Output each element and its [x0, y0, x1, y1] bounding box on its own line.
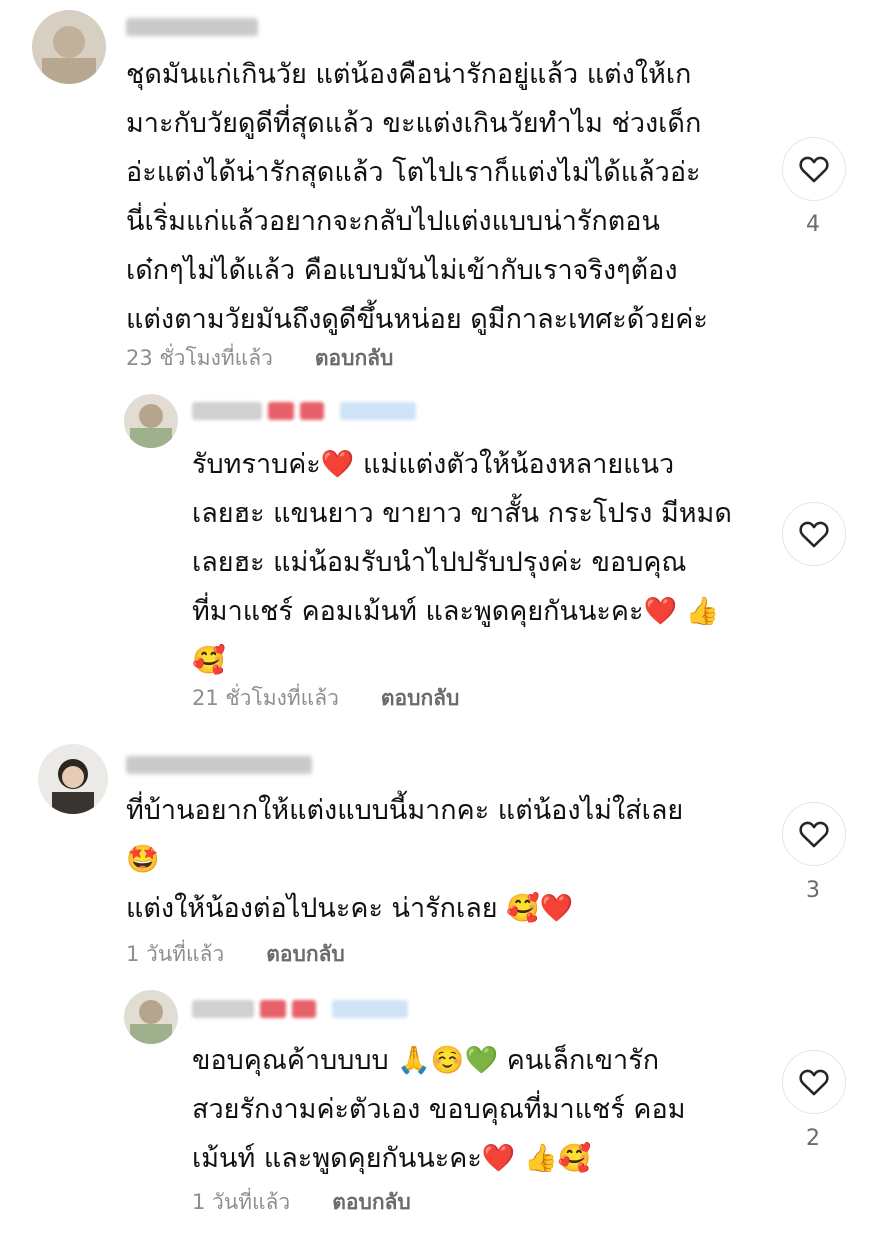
like-button[interactable]	[782, 802, 846, 866]
like-count: 3	[806, 878, 820, 903]
username-blurred[interactable]	[126, 756, 312, 774]
comment-1: ชุดมันแก่เกินวัย แต่น้องคือน่ารักอยู่แล้…	[0, 0, 870, 380]
comment-text: ขอบคุณค้าบบบบ 🙏☺️💚 คนเล็กเขารัก สวยรักงา…	[192, 1045, 686, 1174]
reply-button[interactable]: ตอบกลับ	[315, 342, 394, 375]
like-count: 2	[806, 1126, 820, 1151]
heart-outline-icon	[799, 156, 829, 183]
comment-meta: 1 วันที่แล้ว ตอบกลับ	[126, 938, 345, 971]
comment-time: 1 วันที่แล้ว	[192, 1190, 291, 1214]
heart-outline-icon	[799, 821, 829, 848]
comment-text: รับทราบค่ะ❤️ แม่แต่งตัวให้น้องหลายแนว เล…	[192, 449, 732, 676]
reply-button[interactable]: ตอบกลับ	[332, 1186, 411, 1219]
reply-button[interactable]: ตอบกลับ	[381, 682, 460, 715]
comment-meta: 21 ชั่วโมงที่แล้ว ตอบกลับ	[192, 682, 459, 715]
heart-outline-icon	[799, 521, 829, 548]
username-blurred[interactable]	[192, 1000, 408, 1018]
avatar[interactable]	[38, 744, 108, 814]
comment-text: ชุดมันแก่เกินวัย แต่น้องคือน่ารักอยู่แล้…	[126, 59, 708, 335]
comment-time: 1 วันที่แล้ว	[126, 942, 225, 966]
avatar[interactable]	[124, 990, 178, 1044]
username-blurred[interactable]	[126, 18, 258, 36]
like-count: 4	[806, 212, 820, 237]
avatar[interactable]	[32, 10, 106, 84]
avatar[interactable]	[124, 394, 178, 448]
comment-meta: 23 ชั่วโมงที่แล้ว ตอบกลับ	[126, 342, 393, 375]
comment-time: 23 ชั่วโมงที่แล้ว	[126, 346, 273, 370]
reply-comment-2: ขอบคุณค้าบบบบ 🙏☺️💚 คนเล็กเขารัก สวยรักงา…	[0, 978, 870, 1233]
like-button[interactable]	[782, 502, 846, 566]
comment-time: 21 ชั่วโมงที่แล้ว	[192, 686, 339, 710]
comment-2: ที่บ้านอยากให้แต่งแบบนี้มากคะ แต่น้องไม่…	[0, 730, 870, 980]
reply-comment-1: รับทราบค่ะ❤️ แม่แต่งตัวให้น้องหลายแนว เล…	[0, 380, 870, 725]
heart-outline-icon	[799, 1069, 829, 1096]
like-button[interactable]	[782, 1050, 846, 1114]
comment-meta: 1 วันที่แล้ว ตอบกลับ	[192, 1186, 411, 1219]
like-button[interactable]	[782, 137, 846, 201]
reply-button[interactable]: ตอบกลับ	[266, 938, 345, 971]
comment-text: ที่บ้านอยากให้แต่งแบบนี้มากคะ แต่น้องไม่…	[126, 795, 684, 924]
username-blurred[interactable]	[192, 402, 416, 420]
